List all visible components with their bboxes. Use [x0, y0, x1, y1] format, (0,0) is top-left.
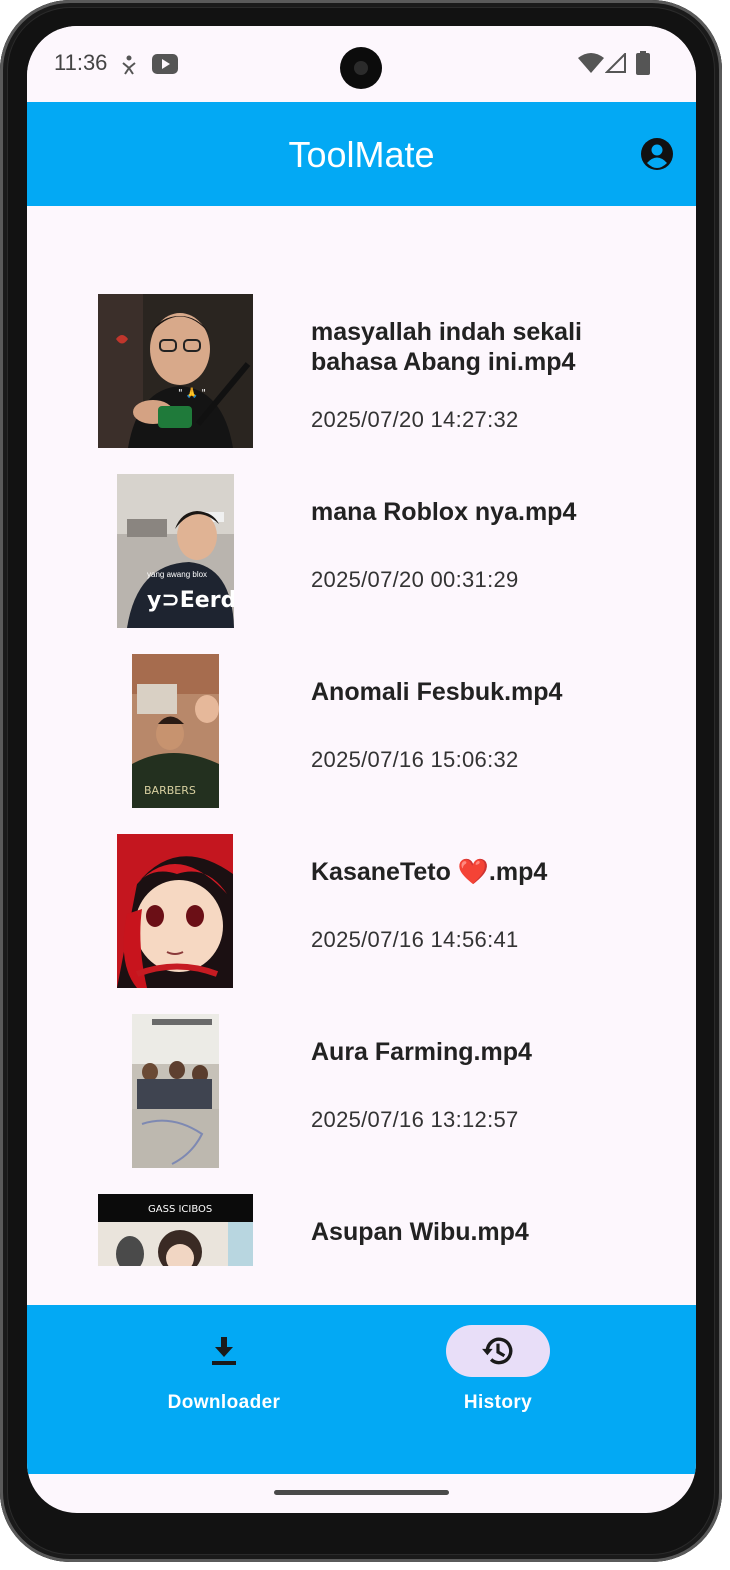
svg-text:y⊃Eerdby: y⊃Eerdby — [147, 588, 234, 613]
nav-label-history: History — [463, 1392, 533, 1413]
history-list[interactable]: " 🙏 " masyallah indah sekali bahasa Aban… — [27, 206, 696, 1305]
history-icon — [482, 1337, 513, 1365]
video-thumbnail: " 🙏 " — [98, 294, 253, 448]
nav-downloader[interactable]: Downloader — [134, 1325, 314, 1435]
app-title: ToolMate — [288, 134, 435, 175]
bottom-navigation: Downloader History — [27, 1305, 696, 1474]
video-title: Anomali Fesbuk.mp4 — [311, 678, 563, 706]
thumbnail-caption: yang awang blox — [147, 570, 207, 579]
accessibility-icon — [122, 55, 136, 75]
list-item[interactable]: BARBERS Anomali Fesbuk.mp4 2025/07/16 15… — [27, 654, 696, 834]
list-item[interactable]: y⊃Eerdby yang awang blox mana Roblox nya… — [27, 474, 696, 654]
status-time: 11:36 — [54, 50, 108, 75]
video-date: 2025/07/16 15:06:32 — [311, 747, 519, 772]
nav-history[interactable]: History — [408, 1325, 588, 1435]
nav-label-downloader: Downloader — [167, 1392, 281, 1413]
download-icon — [212, 1337, 236, 1365]
video-date: 2025/07/20 00:31:29 — [311, 567, 519, 592]
video-thumbnail: GASS ICIBOS — [98, 1194, 253, 1266]
account-circle-icon — [641, 138, 673, 170]
gesture-handle[interactable] — [274, 1490, 449, 1495]
thumbnail-caption: GASS ICIBOS — [148, 1204, 212, 1215]
video-thumbnail: y⊃Eerdby yang awang blox — [117, 474, 234, 628]
svg-text:BARBERS: BARBERS — [144, 784, 196, 797]
cell-signal-icon — [605, 53, 626, 73]
status-bar: 11:36 — [27, 26, 696, 102]
app-bar: ToolMate — [27, 102, 696, 206]
video-date: 2025/07/20 14:27:32 — [311, 407, 519, 432]
video-date: 2025/07/16 13:12:57 — [311, 1107, 519, 1132]
front-camera — [340, 47, 382, 89]
svg-text:" 🙏 ": " 🙏 " — [178, 387, 206, 399]
video-title: KasaneTeto ❤️.mp4 — [311, 858, 548, 886]
video-thumbnail — [117, 834, 233, 988]
list-item[interactable]: KasaneTeto ❤️.mp4 2025/07/16 14:56:41 — [27, 834, 696, 1014]
video-title: Asupan Wibu.mp4 — [311, 1218, 529, 1246]
account-button[interactable] — [640, 137, 674, 171]
battery-icon — [636, 51, 650, 75]
list-item[interactable]: " 🙏 " masyallah indah sekali bahasa Aban… — [27, 294, 696, 474]
video-title: Aura Farming.mp4 — [311, 1038, 532, 1066]
video-date: 2025/07/16 14:56:41 — [311, 927, 519, 952]
youtube-icon — [152, 54, 178, 74]
video-thumbnail — [132, 1014, 219, 1168]
app-screen: 11:36 ToolMate " 🙏 " masyallah indah sek… — [27, 26, 696, 1513]
wifi-icon — [578, 53, 604, 73]
video-title: mana Roblox nya.mp4 — [311, 498, 577, 526]
list-item[interactable]: Aura Farming.mp4 2025/07/16 13:12:57 — [27, 1014, 696, 1194]
video-thumbnail: BARBERS — [132, 654, 219, 808]
video-title: masyallah indah sekali bahasa Abang ini.… — [311, 318, 582, 376]
list-item[interactable]: GASS ICIBOS Asupan Wibu.mp4 — [27, 1194, 696, 1305]
